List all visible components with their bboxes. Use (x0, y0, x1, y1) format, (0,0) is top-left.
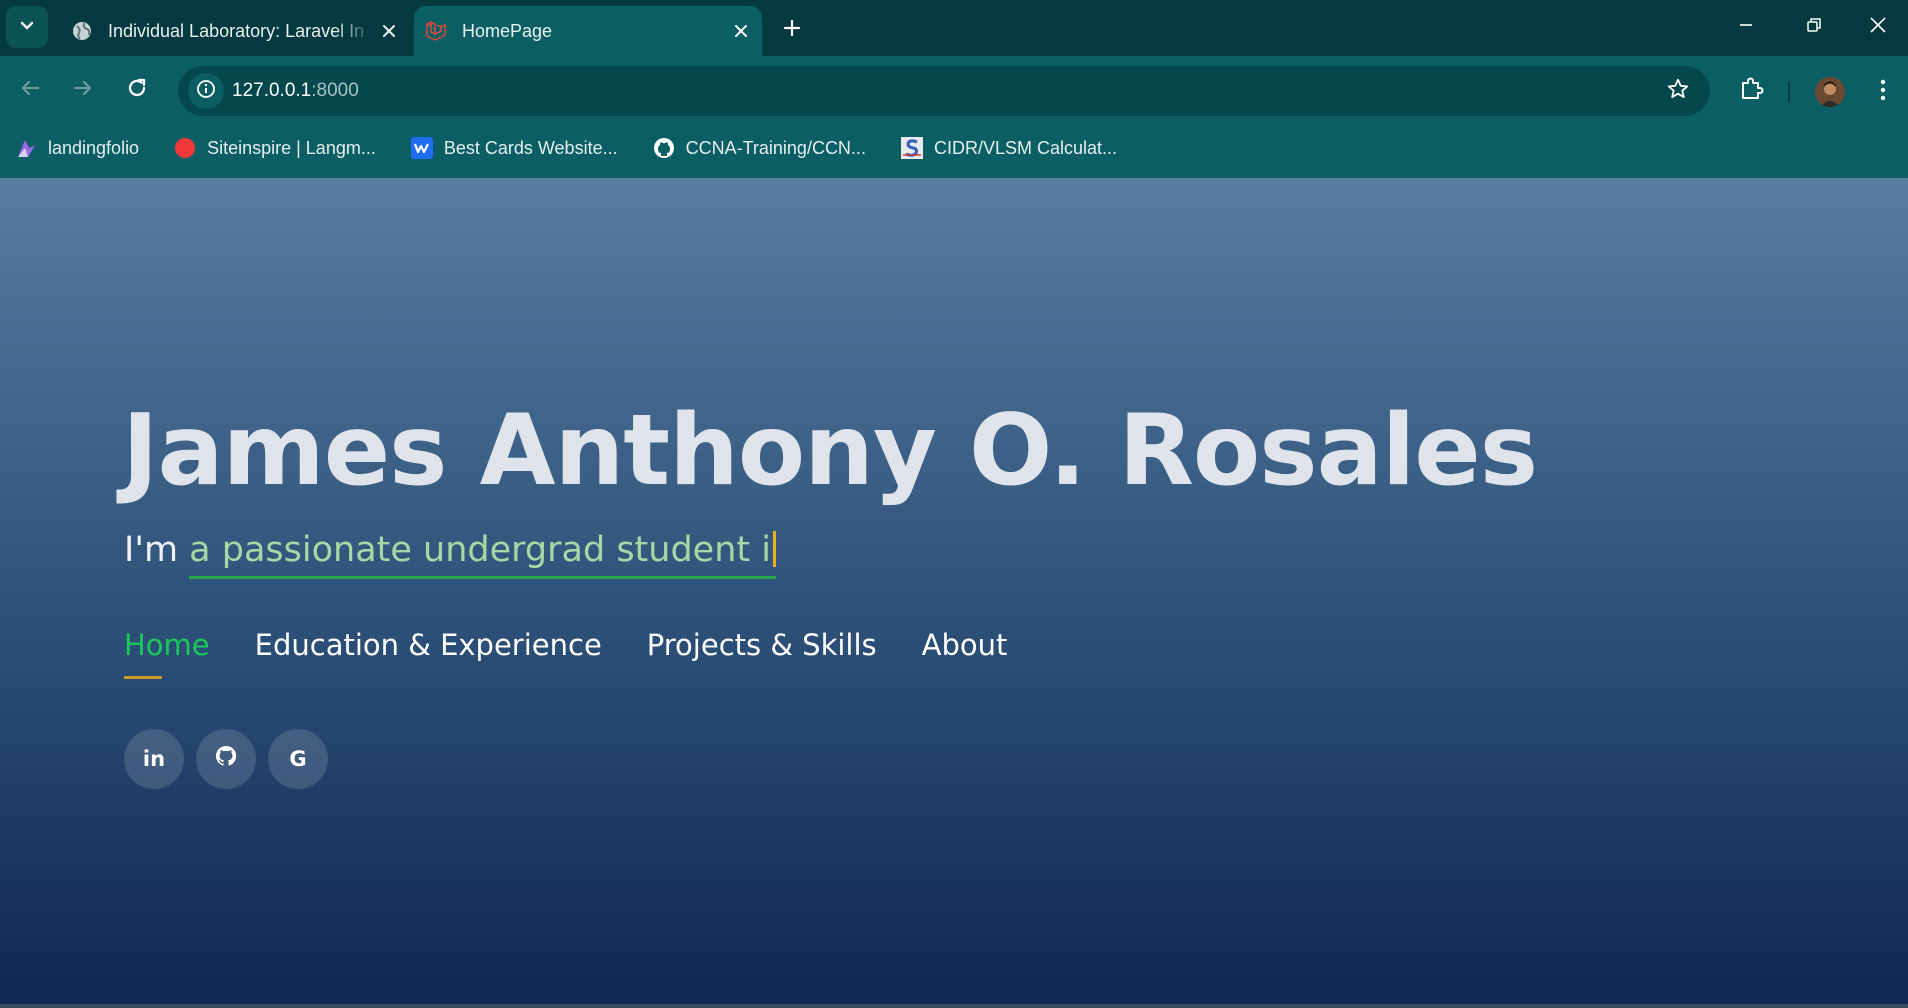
address-bar[interactable]: 127.0.0.1:8000 (178, 66, 1710, 116)
hero-name: James Anthony O. Rosales (122, 394, 1538, 508)
arrow-right-icon (72, 77, 94, 104)
reload-icon (126, 77, 148, 104)
linkedin-button[interactable]: in (124, 729, 184, 789)
restore-icon (1806, 17, 1822, 38)
hero-section: James Anthony O. Rosales I'm a passionat… (0, 178, 1908, 1008)
url-host: 127.0.0.1 (232, 80, 312, 101)
bookmark-cidr-vlsm[interactable]: CIDR/VLSM Calculat... (900, 136, 1117, 160)
subtitle-prefix: I'm (124, 530, 190, 570)
google-button[interactable]: G (268, 729, 328, 789)
close-icon[interactable] (726, 16, 756, 46)
bookmark-star-button[interactable] (1664, 77, 1692, 105)
page-bottom-edge (0, 1004, 1908, 1008)
laravel-icon (424, 19, 448, 43)
typed-text-content: a passionate undergrad student i (189, 530, 771, 570)
profile-avatar[interactable] (1815, 77, 1845, 107)
siteinspire-icon (173, 136, 197, 160)
url-port: :8000 (311, 80, 359, 101)
close-icon[interactable] (374, 16, 404, 46)
tab-search-button[interactable] (6, 6, 48, 48)
nav-education-experience[interactable]: Education & Experience (255, 628, 602, 662)
bookmark-landingfolio[interactable]: landingfolio (14, 136, 139, 160)
kebab-menu-icon (1880, 79, 1886, 106)
bookmark-label: Siteinspire | Langm... (207, 137, 376, 158)
chevron-down-icon (19, 17, 35, 38)
browser-menu-button[interactable] (1868, 73, 1898, 111)
typed-text: a passionate undergrad student i (189, 530, 776, 579)
bookmark-ccna-training[interactable]: CCNA-Training/CCN... (652, 136, 866, 160)
star-icon (1666, 77, 1690, 106)
close-icon (1869, 16, 1887, 39)
bookmarks-bar: landingfolio Siteinspire | Langm... Best… (0, 128, 1151, 168)
plus-icon (783, 19, 801, 42)
site-info-button[interactable] (188, 73, 224, 109)
bookmark-best-cards[interactable]: Best Cards Website... (410, 136, 618, 160)
back-button[interactable] (8, 68, 52, 112)
github-icon (214, 744, 238, 774)
browser-toolbar: 127.0.0.1:8000 landingfolio Siteinspire … (0, 56, 1908, 182)
restore-button[interactable] (1780, 0, 1848, 54)
tab-strip: Individual Laboratory: Laravel In HomePa… (0, 0, 1908, 56)
nav-projects-skills[interactable]: Projects & Skills (647, 628, 877, 662)
bookmark-label: CCNA-Training/CCN... (685, 137, 866, 158)
close-window-button[interactable] (1848, 0, 1908, 54)
github-icon (652, 136, 676, 160)
extensions-button[interactable] (1732, 70, 1772, 110)
google-icon: G (289, 747, 307, 771)
minimize-icon (1738, 17, 1754, 38)
tab-individual-laboratory[interactable]: Individual Laboratory: Laravel In (60, 6, 410, 56)
globe-icon (70, 19, 94, 43)
new-tab-button[interactable] (774, 12, 810, 48)
linkedin-icon: in (142, 747, 166, 771)
arrow-left-icon (19, 77, 41, 104)
social-links: in G (124, 729, 340, 789)
site-nav: Home Education & Experience Projects & S… (124, 628, 1052, 679)
hero-subtitle: I'm a passionate undergrad student i (124, 530, 776, 579)
puzzle-icon (1739, 75, 1765, 106)
tab-homepage[interactable]: HomePage (414, 6, 762, 56)
cidr-icon (900, 136, 924, 160)
bookmark-label: CIDR/VLSM Calculat... (933, 137, 1118, 158)
nav-home[interactable]: Home (124, 628, 210, 679)
nav-about[interactable]: About (922, 628, 1008, 662)
reload-button[interactable] (115, 68, 159, 112)
bookmark-label: Best Cards Website... (443, 137, 618, 158)
info-icon (196, 79, 216, 104)
forward-button[interactable] (61, 68, 105, 112)
bookmark-siteinspire[interactable]: Siteinspire | Langm... (173, 136, 376, 160)
webflow-icon (410, 136, 434, 160)
bookmark-label: landingfolio (48, 137, 140, 158)
tab-title: Individual Laboratory: Laravel In (108, 20, 365, 41)
minimize-button[interactable] (1712, 0, 1780, 54)
typing-cursor (772, 531, 776, 567)
landingfolio-icon (14, 136, 38, 160)
toolbar-divider (1788, 82, 1790, 102)
tab-title: HomePage (462, 20, 553, 41)
url-text[interactable]: 127.0.0.1:8000 (232, 80, 359, 102)
github-button[interactable] (196, 729, 256, 789)
